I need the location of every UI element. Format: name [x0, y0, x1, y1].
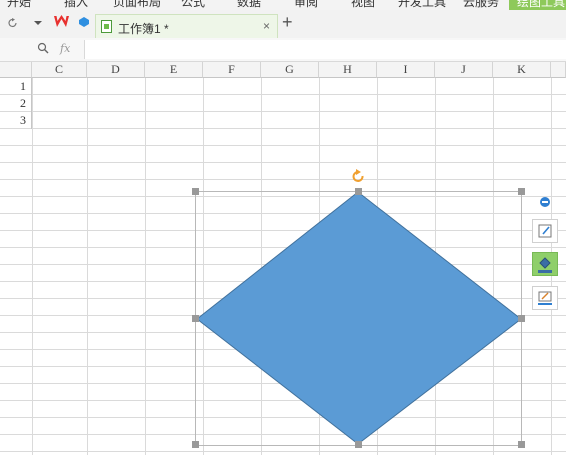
outline-color-icon	[538, 291, 552, 305]
fill-color-button[interactable]	[532, 252, 558, 276]
resize-handle-top-right[interactable]	[518, 188, 525, 195]
resize-handle-top[interactable]	[355, 188, 362, 195]
diamond-shape[interactable]	[196, 191, 522, 445]
resize-handle-right[interactable]	[518, 315, 525, 322]
resize-handle-top-left[interactable]	[192, 188, 199, 195]
fill-color-icon	[538, 257, 552, 273]
outline-color-button[interactable]	[532, 286, 558, 310]
resize-handle-left[interactable]	[192, 315, 199, 322]
collapse-toolbar-icon[interactable]	[540, 197, 550, 207]
rotate-handle-icon[interactable]	[352, 169, 364, 182]
shape-style-icon	[538, 224, 552, 238]
shape-style-button[interactable]	[532, 219, 558, 243]
resize-handle-bottom[interactable]	[355, 441, 362, 448]
resize-handle-bottom-left[interactable]	[192, 441, 199, 448]
drawing-layer	[192, 169, 525, 448]
resize-handle-bottom-right[interactable]	[518, 441, 525, 448]
